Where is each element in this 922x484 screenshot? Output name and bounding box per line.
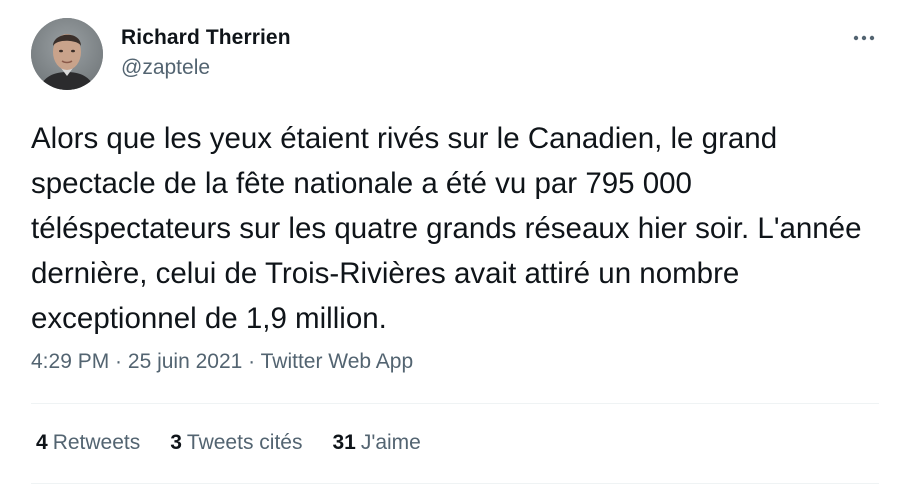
retweets-count: 4 — [36, 431, 48, 454]
more-horizontal-icon — [853, 35, 875, 41]
divider — [31, 403, 879, 404]
meta-separator: · — [109, 350, 128, 373]
tweet-meta: 4:29 PM · 25 juin 2021 · Twitter Web App — [31, 350, 413, 374]
meta-separator: · — [242, 350, 261, 373]
tweet-date[interactable]: 25 juin 2021 — [128, 350, 242, 373]
tweet-stats: 4 Retweets 3 Tweets cités 31 J'aime — [36, 431, 421, 455]
likes-label: J'aime — [360, 431, 421, 454]
tweet: Richard Therrien @zaptele Alors que les … — [0, 0, 922, 484]
likes-stat[interactable]: 31 J'aime — [332, 431, 420, 455]
quote-tweets-stat[interactable]: 3 Tweets cités — [170, 431, 302, 455]
quote-tweets-count: 3 — [170, 431, 182, 454]
author-display-name[interactable]: Richard Therrien — [121, 26, 291, 50]
likes-count: 31 — [332, 431, 356, 454]
profile-photo-icon — [31, 18, 103, 90]
tweet-text: Alors que les yeux étaient rivés sur le … — [31, 122, 862, 335]
author-handle[interactable]: @zaptele — [121, 56, 210, 80]
quote-tweets-label: Tweets cités — [186, 431, 303, 454]
tweet-source-app[interactable]: Twitter Web App — [261, 350, 414, 373]
tweet-time[interactable]: 4:29 PM — [31, 350, 109, 373]
retweets-stat[interactable]: 4 Retweets — [36, 431, 140, 455]
avatar[interactable] — [31, 18, 103, 90]
more-options-button[interactable] — [848, 24, 880, 52]
retweets-label: Retweets — [52, 431, 141, 454]
